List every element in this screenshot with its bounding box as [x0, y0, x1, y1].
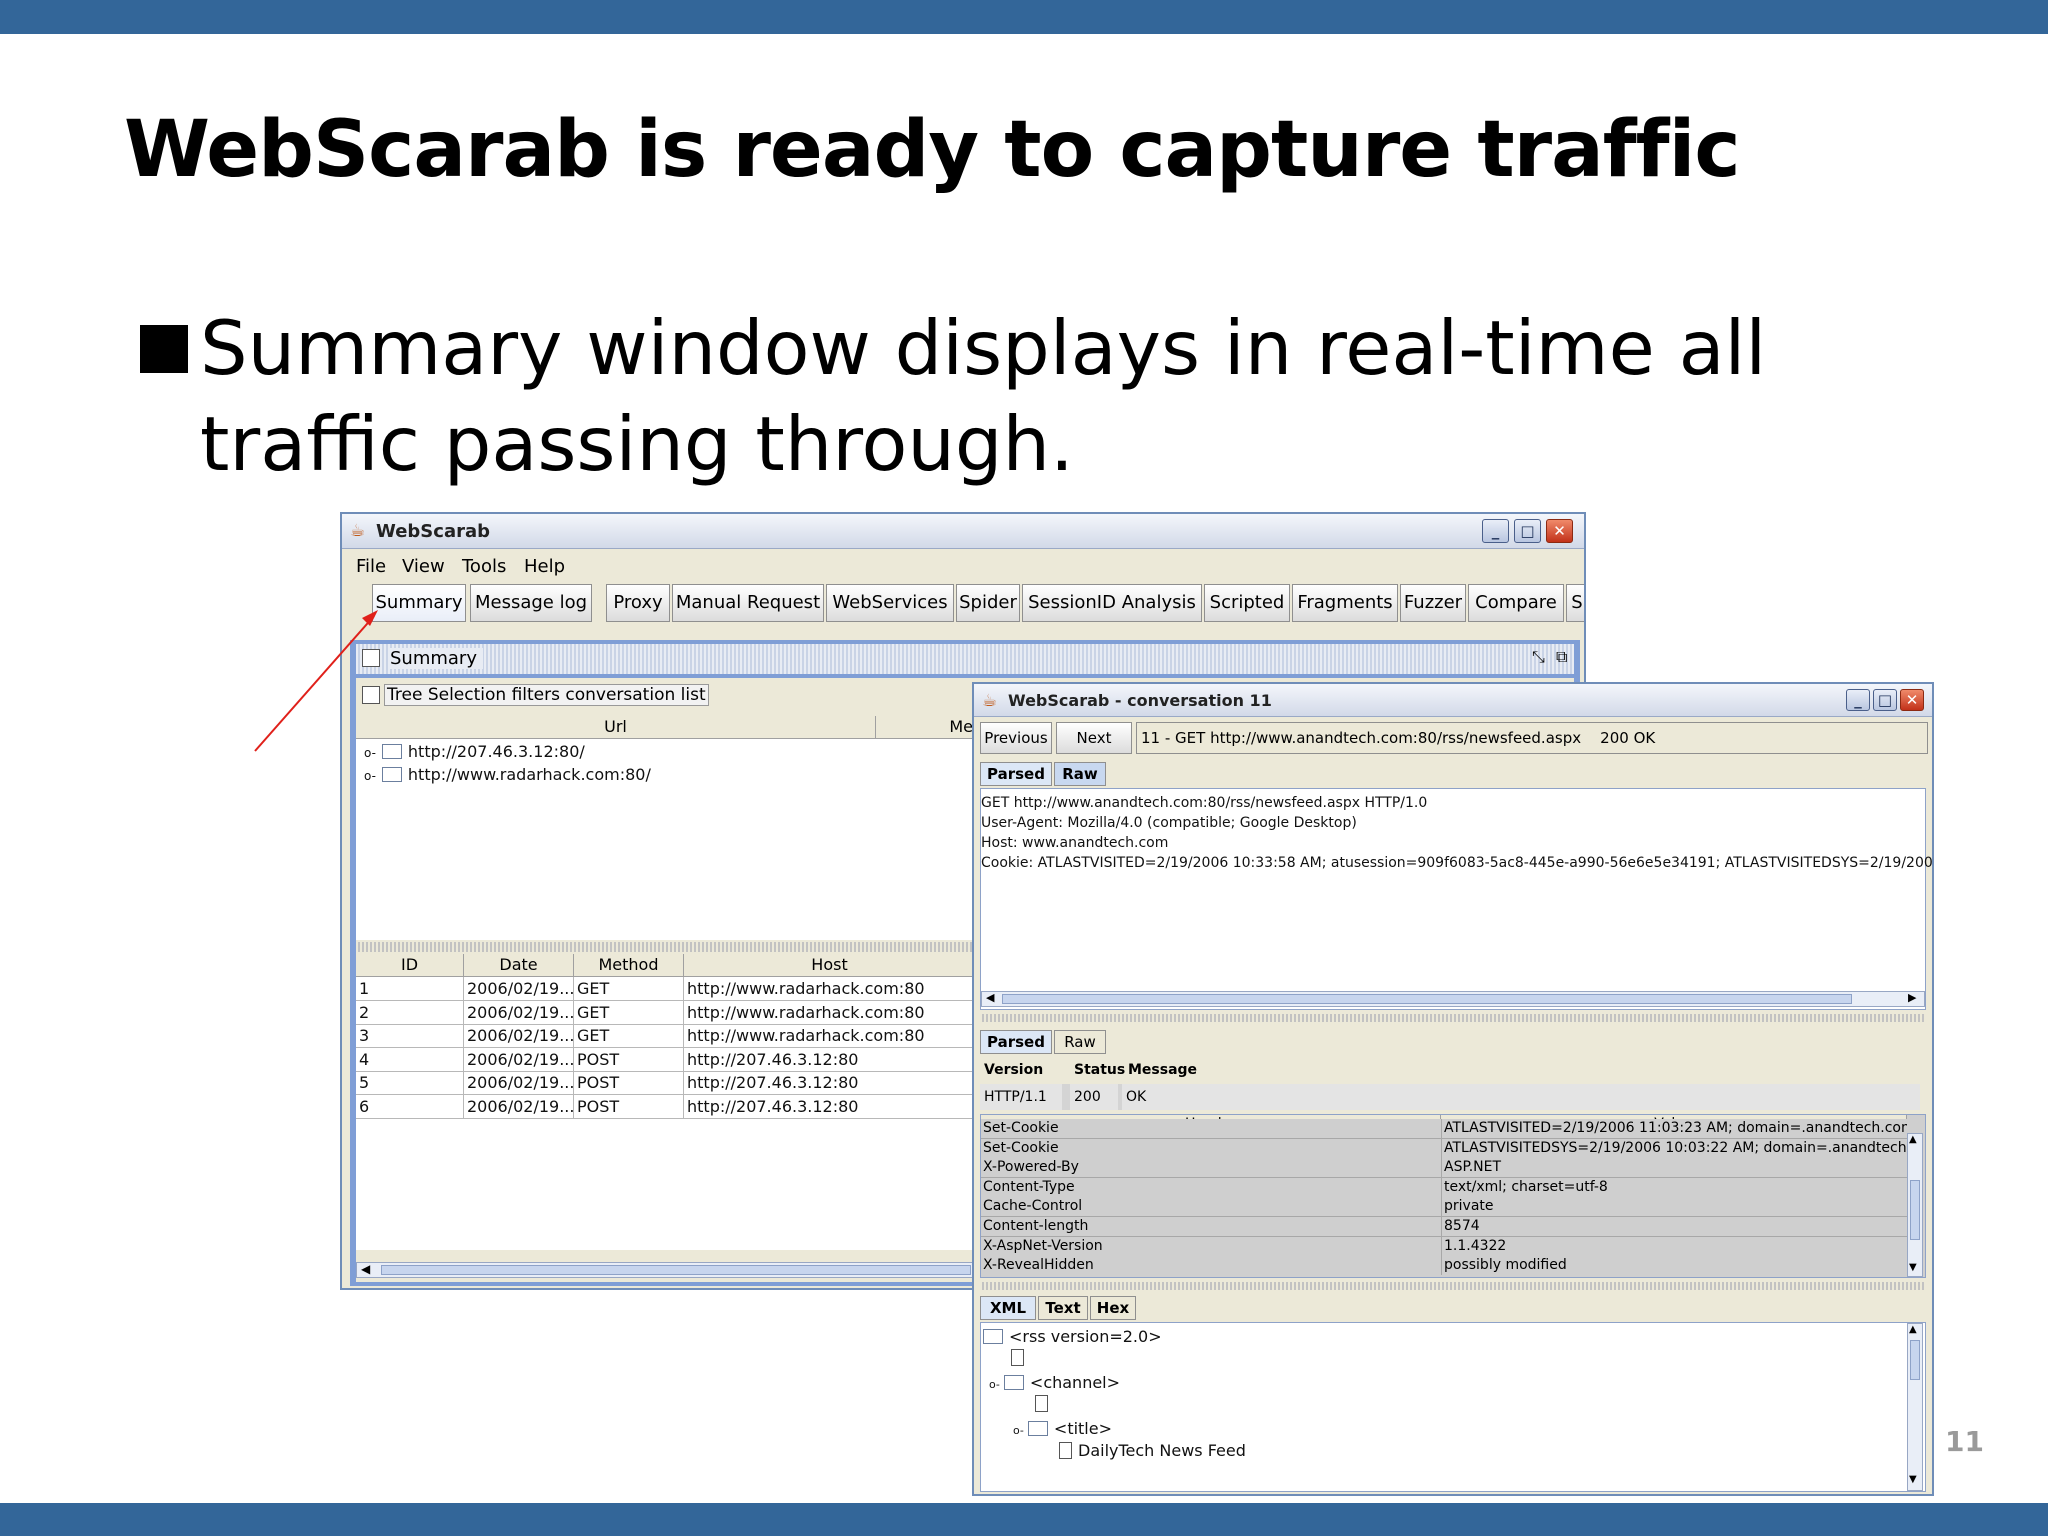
pointer-arrow	[254, 610, 378, 752]
